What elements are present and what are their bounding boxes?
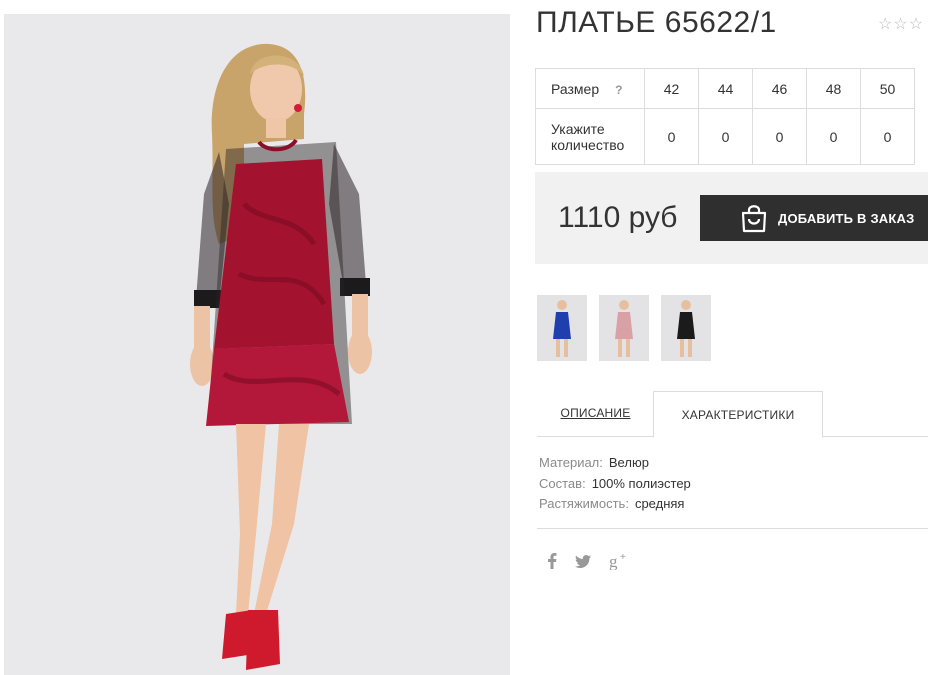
characteristic-label: Растяжимость:: [539, 496, 629, 511]
quantity-cell-50: [860, 108, 915, 165]
quantity-input-44[interactable]: [705, 127, 746, 146]
quantity-input-48[interactable]: [813, 127, 854, 146]
twitter-icon[interactable]: [575, 554, 591, 568]
size-help-icon[interactable]: ?: [615, 83, 622, 97]
size-header-cell: Размер?: [535, 68, 645, 109]
size-44-cell: 44: [698, 68, 753, 109]
characteristic-value: 100% полиэстер: [591, 475, 691, 491]
quantity-input-42[interactable]: [651, 127, 692, 146]
quantity-input-50[interactable]: [867, 127, 908, 146]
add-to-order-button[interactable]: ДОБАВИТЬ В ЗАКАЗ: [700, 195, 928, 241]
characteristic-value: средняя: [634, 496, 685, 511]
quantity-cell-42: [644, 108, 699, 165]
dress-photo-illustration: [190, 43, 372, 670]
add-to-order-label: ДОБАВИТЬ В ЗАКАЗ: [778, 210, 915, 226]
characteristic-row: Состав: 100% полиэстер: [539, 474, 691, 495]
product-title: ПЛАТЬЕ 65622/1: [536, 6, 777, 39]
tab-characteristics[interactable]: ХАРАКТЕРИСТИКИ: [653, 391, 823, 438]
quantity-label: Укажите количество: [535, 108, 645, 165]
size-46-cell: 46: [752, 68, 807, 109]
size-row: Размер? 42 44 46 48 50: [535, 68, 915, 109]
quantity-row: Укажите количество: [535, 108, 915, 165]
tab-description[interactable]: ОПИСАНИЕ: [537, 391, 654, 435]
divider: [537, 528, 928, 529]
quantity-cell-44: [698, 108, 753, 165]
google-plus-icon[interactable]: g +: [609, 552, 629, 570]
size-50-cell: 50: [860, 68, 915, 109]
svg-text:+: +: [620, 552, 626, 563]
characteristic-row: Растяжимость: средняя: [539, 494, 691, 515]
quantity-cell-46: [752, 108, 807, 165]
thumbnail-blue[interactable]: [537, 295, 587, 361]
shopping-bag-icon: [740, 203, 768, 233]
quantity-cell-48: [806, 108, 861, 165]
size-label: Размер: [551, 80, 600, 97]
social-share: g +: [547, 552, 629, 570]
characteristics-list: Материал: Велюр Состав: 100% полиэстер Рас…: [539, 453, 691, 515]
characteristic-label: Материал:: [539, 455, 603, 470]
product-main-photo[interactable]: [4, 14, 510, 675]
characteristic-value: Велюр: [608, 455, 649, 470]
product-tabs: ОПИСАНИЕ ХАРАКТЕРИСТИКИ: [537, 391, 928, 438]
price-box: 1110 руб ДОБАВИТЬ В ЗАКАЗ: [535, 172, 928, 264]
size-42-cell: 42: [644, 68, 699, 109]
quantity-input-46[interactable]: [759, 127, 800, 146]
characteristic-row: Материал: Велюр: [539, 453, 691, 474]
thumbnail-pink[interactable]: [599, 295, 649, 361]
rating-stars-icon[interactable]: ☆☆☆: [878, 14, 924, 34]
facebook-icon[interactable]: [547, 553, 557, 569]
size-quantity-table: Размер? 42 44 46 48 50 Укажите количеств…: [535, 68, 915, 165]
thumbnail-list: [537, 295, 711, 361]
size-48-cell: 48: [806, 68, 861, 109]
thumbnail-black[interactable]: [661, 295, 711, 361]
characteristic-label: Состав:: [539, 475, 586, 491]
product-price: 1110 руб: [558, 201, 678, 234]
svg-text:g: g: [609, 552, 618, 570]
